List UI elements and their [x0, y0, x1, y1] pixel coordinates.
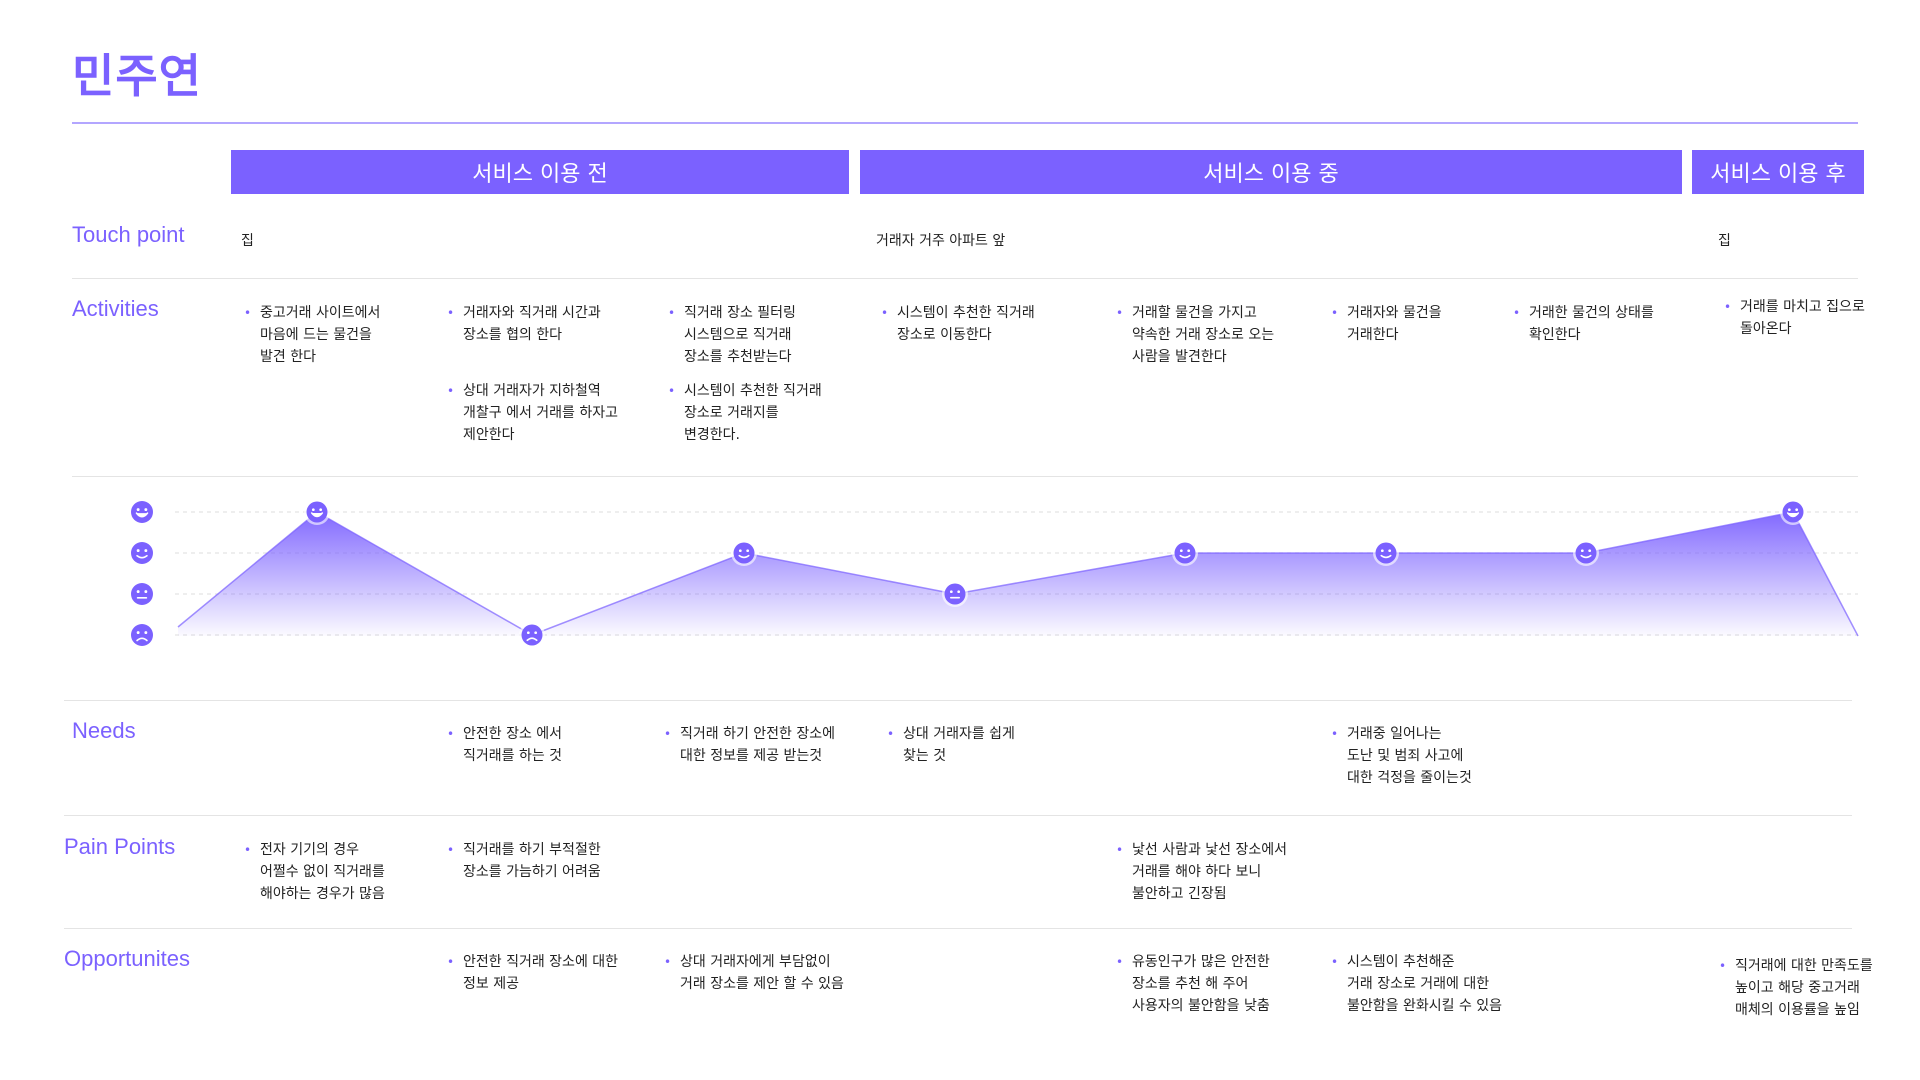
emotion-point-face-icon: [1573, 540, 1599, 566]
emotion-point-face-icon: [1780, 499, 1806, 525]
divider: [64, 815, 1852, 816]
pain-point-item: 직거래를 하기 부적절한 장소를 가늠하기 어려움: [447, 839, 601, 883]
opportunity-item: 안전한 직거래 장소에 대한 정보 제공: [447, 951, 618, 995]
emotion-point-face-icon: [731, 540, 757, 566]
very-happy-face-icon: [131, 501, 153, 523]
row-label-opportunities: Opportunites: [64, 946, 190, 971]
needs-item: 거래중 일어나는 도난 및 범죄 사고에 대한 걱정을 줄이는것: [1331, 723, 1472, 789]
row-label-pain-points: Pain Points: [64, 834, 176, 859]
divider: [64, 700, 1852, 701]
row-label-needs: Needs: [72, 718, 136, 743]
happy-face-icon: [131, 542, 153, 564]
emotion-point-face-icon: [519, 622, 545, 648]
opportunity-item: 상대 거래자에게 부담없이 거래 장소를 제안 할 수 있음: [664, 951, 844, 995]
opportunity-item: 시스템이 추천해준 거래 장소로 거래에 대한 불안함을 완화시킬 수 있음: [1331, 951, 1502, 1017]
needs-item: 안전한 장소 에서 직거래를 하는 것: [447, 723, 562, 767]
emotion-point-face-icon: [304, 499, 330, 525]
divider: [64, 928, 1852, 929]
needs-item: 상대 거래자를 쉽게 찾는 것: [887, 723, 1015, 767]
emotion-point-face-icon: [942, 581, 968, 607]
neutral-face-icon: [131, 583, 153, 605]
emotion-point-face-icon: [1172, 540, 1198, 566]
pain-point-item: 낯선 사람과 낯선 장소에서 거래를 해야 하다 보니 불안하고 긴장됨: [1116, 839, 1287, 905]
emotion-curve-chart: [131, 499, 1859, 648]
pain-point-item: 전자 기기의 경우 어쩔수 없이 직거래를 해야하는 경우가 많음: [244, 839, 385, 905]
emotion-point-face-icon: [1373, 540, 1399, 566]
opportunity-item: 직거래에 대한 만족도를 높이고 해당 중고거래 매체의 이용률을 높임: [1719, 955, 1873, 1021]
emotion-area: [178, 512, 1858, 636]
sad-face-icon: [131, 624, 153, 646]
needs-item: 직거래 하기 안전한 장소에 대한 정보를 제공 받는것: [664, 723, 835, 767]
opportunity-item: 유동인구가 많은 안전한 장소를 추천 해 주어 사용자의 불안함을 낮춤: [1116, 951, 1270, 1017]
